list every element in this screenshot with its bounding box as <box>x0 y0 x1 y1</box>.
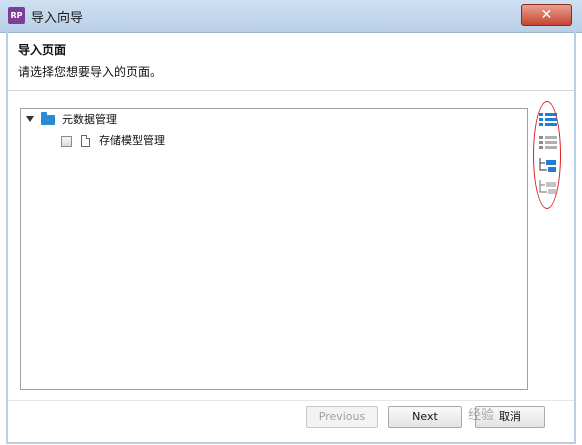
next-button[interactable]: Next <box>388 406 462 428</box>
window-title: 导入向导 <box>31 11 84 26</box>
tree-folder-label: 元数据管理 <box>62 113 117 126</box>
page-checkbox[interactable] <box>61 136 72 147</box>
expand-all-icon[interactable] <box>538 112 558 128</box>
page-icon <box>81 135 90 147</box>
check-all-icon[interactable] <box>538 157 558 173</box>
expand-triangle-icon[interactable] <box>26 116 34 122</box>
tree-row-child[interactable]: 存储模型管理 <box>21 132 521 150</box>
window-titlebar: RP 导入向导 ✕ <box>0 0 582 33</box>
watermark: 经验 <box>468 408 495 423</box>
tree-row-root[interactable]: 元数据管理 <box>21 111 521 129</box>
page-title: 导入页面 <box>18 43 67 57</box>
folder-icon <box>41 112 55 125</box>
tree-page-label: 存储模型管理 <box>99 134 165 147</box>
footer-divider <box>8 400 574 401</box>
uncheck-all-icon[interactable] <box>538 179 558 195</box>
collapse-all-icon[interactable] <box>538 135 558 151</box>
previous-button[interactable]: Previous <box>306 406 378 428</box>
app-logo-icon: RP <box>8 7 25 24</box>
page-tree[interactable]: 元数据管理 存储模型管理 <box>20 108 528 390</box>
close-button[interactable]: ✕ <box>521 4 572 26</box>
page-description: 请选择您想要导入的页面。 <box>18 65 163 79</box>
header-divider <box>8 90 574 91</box>
